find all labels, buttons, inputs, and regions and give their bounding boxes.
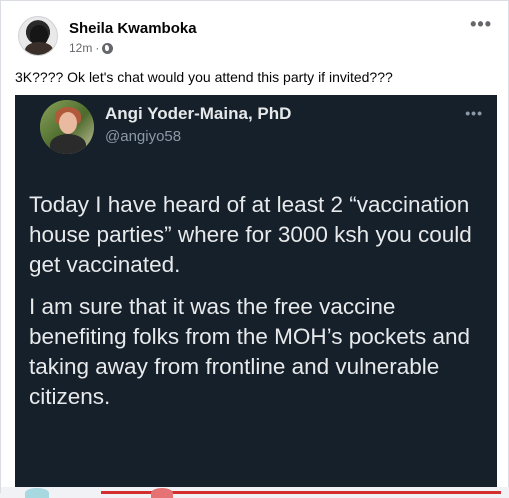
tweet-screenshot-image[interactable]: Angi Yoder-Maina, PhD @angiyo58 ••• Toda… xyxy=(15,95,497,494)
more-options-button[interactable]: ••• xyxy=(470,15,492,33)
facebook-post-card: Sheila Kwamboka 12m · ••• 3K???? Ok let'… xyxy=(0,0,509,498)
tweet-more-icon: ••• xyxy=(465,105,483,121)
tweet-author-handle: @angiyo58 xyxy=(105,128,182,145)
author-name[interactable]: Sheila Kwamboka xyxy=(69,20,197,37)
post-time[interactable]: 12m xyxy=(69,41,92,55)
post-text: 3K???? Ok let's chat would you attend th… xyxy=(15,69,393,85)
meta-separator: · xyxy=(95,41,100,55)
tweet-body: Today I have heard of at least 2 “vaccin… xyxy=(29,190,489,424)
globe-icon[interactable] xyxy=(102,42,114,54)
tweet-author-avatar xyxy=(40,100,94,154)
tweet-author-name: Angi Yoder-Maina, PhD xyxy=(105,104,292,123)
tweet-paragraph-2: I am sure that it was the free vaccine b… xyxy=(29,294,471,409)
tweet-paragraph-1: Today I have heard of at least 2 “vaccin… xyxy=(29,192,472,277)
post-meta: 12m · xyxy=(69,41,114,55)
author-avatar[interactable] xyxy=(18,16,58,56)
post-header: Sheila Kwamboka 12m · xyxy=(15,13,495,59)
